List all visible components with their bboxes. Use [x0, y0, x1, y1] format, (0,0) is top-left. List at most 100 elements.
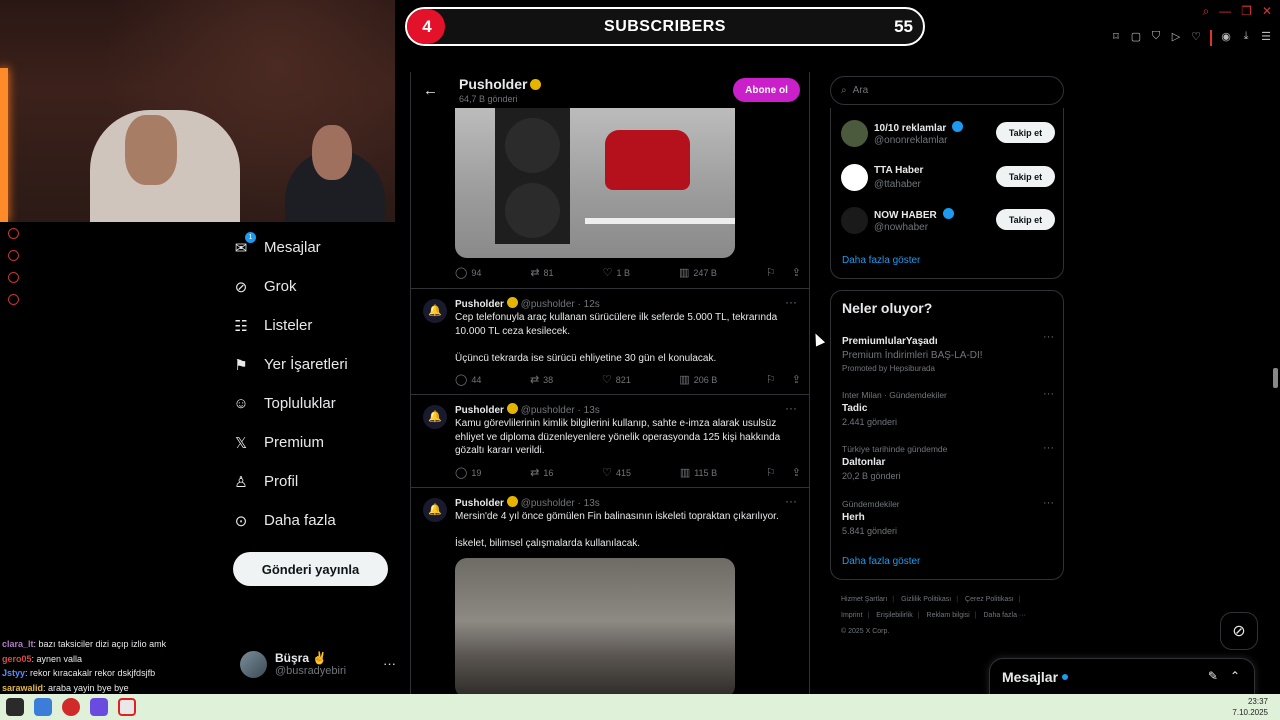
grok-floating-button[interactable]: ⊘ [1220, 612, 1258, 650]
more-icon[interactable]: ··· [785, 401, 797, 415]
share-icon[interactable]: ⇪ [792, 466, 801, 479]
follow-suggestion[interactable]: NOW HABER @nowhaber Takip et [841, 204, 1055, 236]
tweet[interactable]: 🔔 Pusholder @pusholder · 13s ··· Mersin'… [411, 487, 809, 694]
nav-item-bookmarks[interactable]: ⚑ Yer İşaretleri [232, 345, 402, 384]
opera-icon[interactable] [118, 698, 136, 716]
tweet-author[interactable]: Pusholder [455, 299, 504, 310]
pusholder-avatar[interactable]: 🔔 [423, 299, 447, 323]
trend-item[interactable]: PremiumlularYaşadı Premium İndirimleri B… [842, 331, 1054, 373]
reply-button[interactable]: ◯ 94 [455, 266, 481, 279]
footer-link-terms[interactable]: Hizmet Şartları [841, 596, 887, 603]
nav-item-profile[interactable]: ♙ Profil [232, 462, 402, 501]
share-icon[interactable]: ⇪ [792, 373, 801, 386]
show-more-link[interactable]: Daha fazla göster [842, 255, 920, 266]
bookmark-button[interactable]: ⚐ ⇪ [766, 266, 801, 279]
tweet-image-whale-skeleton[interactable] [455, 558, 735, 694]
screenshot-icon[interactable]: ▢ [1130, 30, 1142, 46]
new-message-icon[interactable]: ✎ [1208, 669, 1218, 683]
subscribe-button[interactable]: Abone ol [733, 78, 800, 102]
share-icon[interactable] [8, 272, 19, 283]
follow-suggestion[interactable]: 10/10 reklamlar @ononreklamlar Takip et [841, 117, 1055, 149]
pin-icon[interactable]: ⌑ [1110, 30, 1122, 46]
discord-icon[interactable] [90, 698, 108, 716]
tweet-author[interactable]: Pusholder [455, 498, 504, 509]
nav-item-grok[interactable]: ⊘ Grok [232, 267, 402, 306]
more-icon[interactable]: ··· [785, 295, 797, 309]
more-icon[interactable]: ··· [383, 656, 396, 671]
nav-item-more[interactable]: ⊙ Daha fazla [232, 501, 402, 540]
follow-button[interactable]: Takip et [996, 166, 1055, 187]
repost-button[interactable]: ⇄ 81 [530, 266, 553, 279]
bookmark-button[interactable]: ⚐ ⇪ [766, 373, 801, 386]
minimize-icon[interactable]: — [1219, 4, 1231, 19]
follow-button[interactable]: Takip et [996, 209, 1055, 230]
tweet-time[interactable]: 13s [584, 405, 600, 416]
pusholder-avatar[interactable]: 🔔 [423, 498, 447, 522]
close-icon[interactable]: ✕ [1262, 4, 1272, 19]
scroll-thumb[interactable] [1273, 368, 1278, 388]
tweet-time[interactable]: 12s [584, 299, 600, 310]
footer-link-ads[interactable]: Reklam bilgisi [927, 612, 970, 619]
follow-button[interactable]: Takip et [996, 122, 1055, 143]
footer-link-accessibility[interactable]: Erişilebilirlik [876, 612, 913, 619]
post-button[interactable]: Gönderi yayınla [233, 552, 388, 586]
back-arrow-icon[interactable]: ← [423, 82, 438, 99]
pusholder-avatar[interactable]: 🔔 [423, 405, 447, 429]
show-more-trends-link[interactable]: Daha fazla göster [842, 556, 920, 567]
obs-icon[interactable] [62, 698, 80, 716]
share-icon[interactable]: ⇪ [792, 266, 801, 279]
footer-link-imprint[interactable]: Imprint [841, 612, 862, 619]
like-button[interactable]: ♡ 821 [602, 373, 631, 386]
start-icon[interactable] [6, 698, 24, 716]
views-button[interactable]: ▥ 206 B [679, 373, 717, 386]
more-icon[interactable]: ··· [1043, 388, 1054, 400]
shield-icon[interactable]: ⛉ [1150, 30, 1162, 46]
play-icon[interactable]: ▷ [1170, 30, 1182, 46]
messages-dock[interactable]: Mesajlar ✎ ⌃ [989, 658, 1255, 698]
tweet-author[interactable]: Pusholder [455, 405, 504, 416]
settings-icon[interactable] [8, 294, 19, 305]
led-light [0, 68, 8, 222]
trend-item[interactable]: Inter Milan · Gündemdekiler Tadic 2.441 … [842, 388, 1054, 427]
repost-button[interactable]: ⇄ 16 [530, 466, 553, 479]
nav-item-communities[interactable]: ☺ Topluluklar [232, 384, 402, 423]
footer-link-cookies[interactable]: Çerez Politikası [965, 596, 1014, 603]
clock-icon[interactable] [8, 250, 19, 261]
restore-icon[interactable]: ❐ [1241, 4, 1252, 19]
tweet-image-traffic-light[interactable] [455, 108, 735, 258]
add-circle-icon[interactable] [8, 228, 19, 239]
like-button[interactable]: ♡ 415 [602, 466, 631, 479]
nav-item-lists[interactable]: ☷ Listeler [232, 306, 402, 345]
more-icon[interactable]: ··· [1043, 442, 1054, 454]
more-icon[interactable]: ··· [785, 494, 797, 508]
repost-button[interactable]: ⇄ 38 [530, 373, 553, 386]
nav-item-messages[interactable]: ✉ 1 Mesajlar [232, 228, 402, 267]
heart-icon[interactable]: ♡ [1190, 30, 1202, 46]
profile-icon[interactable]: ◉ [1220, 30, 1232, 46]
menu-icon[interactable]: ☰ [1260, 30, 1272, 46]
nav-item-premium[interactable]: 𝕏 Premium [232, 423, 402, 462]
more-icon[interactable]: ··· [1043, 331, 1054, 343]
tweet-line: Mersin'de 4 yıl önce gömülen Fin balinas… [455, 511, 779, 522]
more-icon[interactable]: ··· [1043, 497, 1054, 509]
page-scrollbar[interactable] [1272, 72, 1280, 694]
expand-icon[interactable]: ⌃ [1230, 669, 1240, 683]
footer-link-more[interactable]: Daha fazla ··· [984, 612, 1026, 619]
search-icon[interactable]: ⌕ [1202, 4, 1209, 19]
download-icon[interactable]: ⤓ [1240, 30, 1252, 46]
search-box[interactable]: ⌕ Ara [830, 76, 1064, 105]
views-button[interactable]: ▥ 115 B [680, 466, 717, 479]
trend-item[interactable]: Türkiye tarihinde gündemde Daltonlar 20,… [842, 442, 1054, 481]
footer-link-privacy[interactable]: Gizlilik Politikası [901, 596, 951, 603]
tweet[interactable]: 🔔 Pusholder @pusholder · 13s ··· Kamu gö… [411, 394, 809, 487]
tweet-time[interactable]: 13s [584, 498, 600, 509]
reply-button[interactable]: ◯ 19 [455, 466, 481, 479]
folder-icon[interactable] [34, 698, 52, 716]
reply-button[interactable]: ◯ 44 [455, 373, 481, 386]
bookmark-button[interactable]: ⚐ ⇪ [766, 466, 801, 479]
like-button[interactable]: ♡ 1 B [603, 266, 630, 279]
views-button[interactable]: ▥ 247 B [679, 266, 717, 279]
trend-item[interactable]: Gündemdekiler Herh 5.841 gönderi ··· [842, 497, 1054, 536]
follow-suggestion[interactable]: TTA Haber @ttahaber Takip et [841, 161, 1055, 193]
tweet[interactable]: 🔔 Pusholder @pusholder · 12s ··· Cep tel… [411, 288, 809, 394]
